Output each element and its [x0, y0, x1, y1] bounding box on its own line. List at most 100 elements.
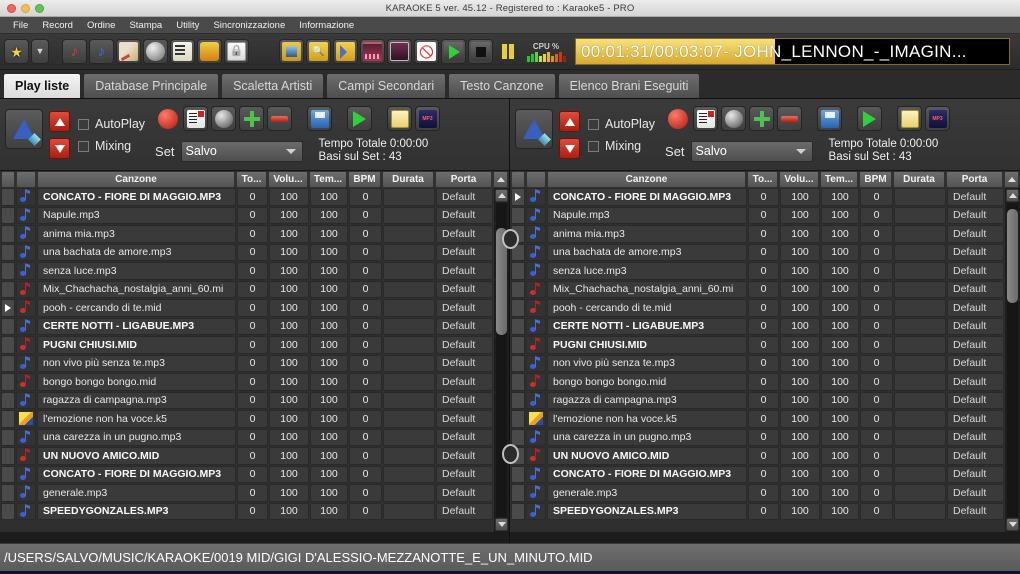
cell-bpm[interactable]: 0: [349, 262, 382, 280]
cell-to[interactable]: 0: [237, 429, 268, 447]
table-row[interactable]: una bachata de amore.mp301001000Default: [511, 244, 1005, 263]
cell-durata[interactable]: [383, 503, 435, 521]
cell-durata[interactable]: [383, 466, 435, 484]
cell-porta[interactable]: Default: [436, 336, 493, 354]
cell-tempo[interactable]: 100: [310, 373, 348, 391]
cell-tempo[interactable]: 100: [821, 281, 859, 299]
cell-tempo[interactable]: 100: [821, 207, 859, 225]
deck-right-logo-icon[interactable]: [515, 109, 553, 149]
table-row[interactable]: l'emozione non ha voce.k501001000Default: [511, 410, 1005, 429]
cell-tempo[interactable]: 100: [310, 262, 348, 280]
cell-porta[interactable]: Default: [436, 392, 493, 410]
blue-note-button[interactable]: ♪: [89, 39, 114, 64]
row-handle[interactable]: [511, 429, 525, 447]
cell-volume[interactable]: 100: [269, 466, 309, 484]
cell-to[interactable]: 0: [237, 447, 268, 465]
cell-bpm[interactable]: 0: [860, 484, 893, 502]
table-row[interactable]: senza luce.mp301001000Default: [1, 262, 494, 281]
table-row[interactable]: senza luce.mp301001000Default: [511, 262, 1005, 281]
cell-tempo[interactable]: 100: [821, 392, 859, 410]
cell-volume[interactable]: 100: [780, 410, 820, 428]
cell-to[interactable]: 0: [748, 392, 779, 410]
cell-tempo[interactable]: 100: [821, 410, 859, 428]
scroll-track-left[interactable]: [496, 203, 507, 517]
cell-porta[interactable]: Default: [947, 447, 1004, 465]
table-row[interactable]: CONCATO - FIORE DI MAGGIO.MP301001000Def…: [1, 466, 494, 485]
cell-to[interactable]: 0: [748, 355, 779, 373]
column-header-porta[interactable]: Porta: [946, 171, 1003, 188]
cell-volume[interactable]: 100: [780, 503, 820, 521]
row-handle[interactable]: [1, 447, 15, 465]
cell-durata[interactable]: [894, 429, 946, 447]
tab-testo-canzone[interactable]: Testo Canzone: [448, 73, 555, 98]
column-header-vol[interactable]: Volu...: [268, 171, 308, 188]
set-select-left[interactable]: Salvo: [181, 141, 303, 162]
cell-song[interactable]: generale.mp3: [37, 484, 236, 502]
table-row[interactable]: generale.mp301001000Default: [1, 484, 494, 503]
cell-volume[interactable]: 100: [269, 281, 309, 299]
cell-to[interactable]: 0: [748, 336, 779, 354]
cell-tempo[interactable]: 100: [821, 244, 859, 262]
table-row[interactable]: PUGNI CHIUSI.MID01001000Default: [1, 336, 494, 355]
table-row[interactable]: una carezza in un pugno.mp301001000Defau…: [511, 429, 1005, 448]
row-handle[interactable]: [1, 373, 15, 391]
row-handle[interactable]: [511, 373, 525, 391]
cell-volume[interactable]: 100: [780, 392, 820, 410]
tab-campi-secondari[interactable]: Campi Secondari: [326, 73, 446, 98]
cell-durata[interactable]: [894, 373, 946, 391]
cell-to[interactable]: 0: [748, 466, 779, 484]
row-handle[interactable]: [511, 188, 525, 206]
cell-bpm[interactable]: 0: [349, 429, 382, 447]
table-row[interactable]: bongo bongo bongo.mid01001000Default: [1, 373, 494, 392]
menu-item-utility[interactable]: Utility: [169, 19, 206, 32]
record-button-left[interactable]: [155, 106, 180, 131]
cell-song[interactable]: pooh - cercando di te.mid: [37, 299, 236, 317]
cell-volume[interactable]: 100: [269, 262, 309, 280]
autoplay-row-right[interactable]: AutoPlay: [588, 117, 655, 131]
table-row[interactable]: SPEEDYGONZALES.MP301001000Default: [511, 503, 1005, 522]
cell-song[interactable]: CONCATO - FIORE DI MAGGIO.MP3: [37, 466, 236, 484]
table-row[interactable]: ragazza di campagna.mp301001000Default: [511, 392, 1005, 411]
cell-porta[interactable]: Default: [436, 281, 493, 299]
cell-durata[interactable]: [383, 225, 435, 243]
table-row[interactable]: ragazza di campagna.mp301001000Default: [1, 392, 494, 411]
cell-song[interactable]: senza luce.mp3: [547, 262, 747, 280]
globe-video-button[interactable]: [143, 39, 168, 64]
cell-song[interactable]: una carezza in un pugno.mp3: [547, 429, 747, 447]
autoplay-row-left[interactable]: AutoPlay: [78, 117, 145, 131]
cell-bpm[interactable]: 0: [860, 392, 893, 410]
cell-durata[interactable]: [383, 336, 435, 354]
table-row[interactable]: CERTE NOTTI - LIGABUE.MP301001000Default: [511, 318, 1005, 337]
cell-durata[interactable]: [383, 429, 435, 447]
mixing-checkbox-left[interactable]: [78, 141, 89, 152]
row-handle[interactable]: [1, 503, 15, 521]
cell-durata[interactable]: [383, 262, 435, 280]
cell-to[interactable]: 0: [237, 281, 268, 299]
cell-to[interactable]: 0: [748, 410, 779, 428]
cell-bpm[interactable]: 0: [860, 410, 893, 428]
table-row[interactable]: Napule.mp301001000Default: [511, 207, 1005, 226]
cell-to[interactable]: 0: [748, 429, 779, 447]
cell-song[interactable]: CONCATO - FIORE DI MAGGIO.MP3: [37, 188, 236, 206]
cell-song[interactable]: Mix_Chachacha_nostalgia_anni_60.mi: [37, 281, 236, 299]
autoplay-checkbox-right[interactable]: [588, 119, 599, 130]
cell-to[interactable]: 0: [748, 373, 779, 391]
menu-item-sincronizzazione[interactable]: Sincronizzazione: [206, 19, 292, 32]
column-header-porta[interactable]: Porta: [435, 171, 492, 188]
cell-durata[interactable]: [894, 299, 946, 317]
cell-porta[interactable]: Default: [436, 373, 493, 391]
no-vocal-button[interactable]: [414, 39, 439, 64]
cell-durata[interactable]: [894, 466, 946, 484]
cell-porta[interactable]: Default: [947, 466, 1004, 484]
row-handle[interactable]: [511, 281, 525, 299]
play-button-toolbar[interactable]: [441, 39, 466, 64]
cell-to[interactable]: 0: [237, 503, 268, 521]
cell-song[interactable]: UN NUOVO AMICO.MID: [37, 447, 236, 465]
favorites-star-button[interactable]: ★: [4, 39, 29, 64]
row-handle[interactable]: [511, 299, 525, 317]
cell-durata[interactable]: [894, 262, 946, 280]
cell-to[interactable]: 0: [748, 188, 779, 206]
menu-item-informazione[interactable]: Informazione: [292, 19, 361, 32]
cell-durata[interactable]: [894, 410, 946, 428]
equalizer-button[interactable]: [360, 39, 385, 64]
